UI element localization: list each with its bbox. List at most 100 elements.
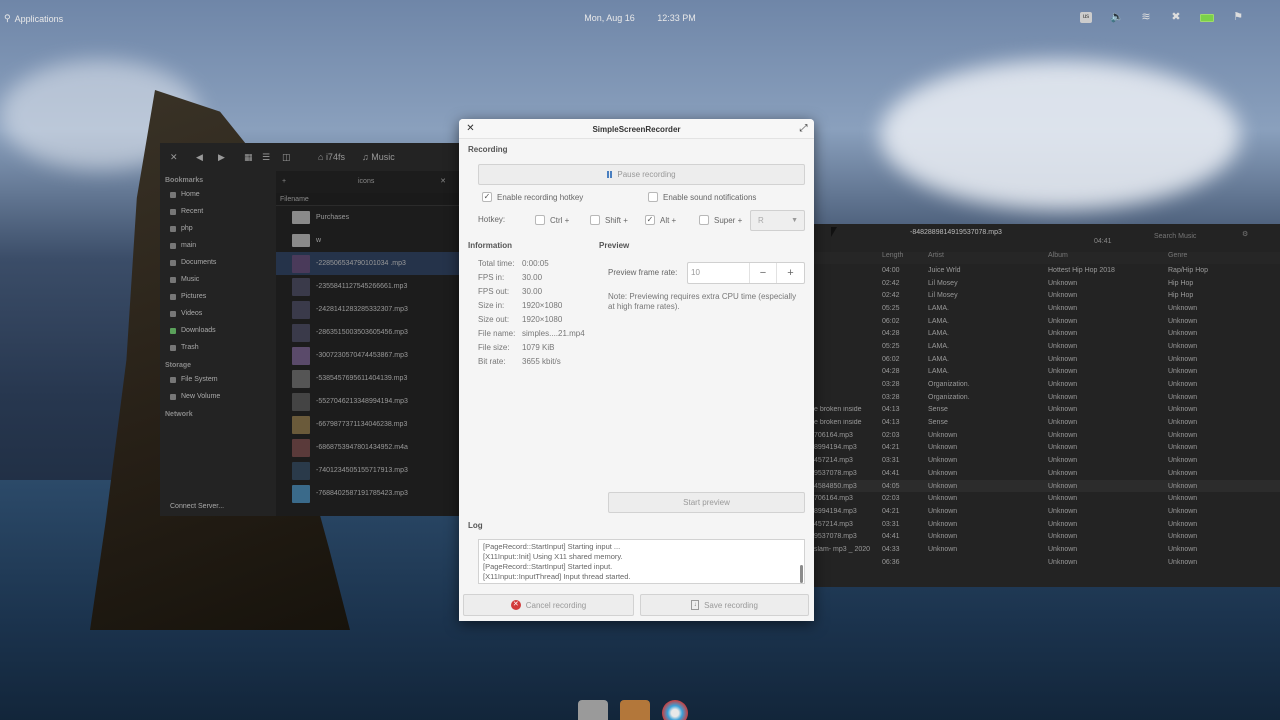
breadcrumb-home[interactable]: ⌂ i74fs — [318, 152, 345, 162]
sidebar-item-pictures[interactable]: Pictures — [160, 288, 276, 305]
shift-modifier-checkbox[interactable]: Shift + — [590, 215, 628, 225]
wifi-icon[interactable]: ≋ — [1140, 11, 1152, 23]
column-header-genre[interactable]: Genre — [1168, 252, 1268, 264]
table-row[interactable]: 05:25 LAMA. Unknown Unknown — [814, 340, 1280, 353]
tab-icons[interactable]: icons — [358, 171, 374, 193]
column-header-title[interactable] — [814, 252, 882, 264]
list-item[interactable]: -6679877371134046238.mp3 — [276, 413, 460, 436]
table-row[interactable]: 03:28 Organization. Unknown Unknown — [814, 391, 1280, 404]
preview-note: Note: Previewing requires extra CPU time… — [608, 292, 797, 311]
list-item[interactable]: -7401234505155717913.mp3 — [276, 459, 460, 482]
sidebar-item-recent[interactable]: Recent — [160, 203, 276, 220]
sidebar-item-file-system[interactable]: File System — [160, 371, 276, 388]
new-tab-icon[interactable]: + — [282, 171, 286, 193]
list-item[interactable]: -228506534790101034 .mp3 — [276, 252, 460, 275]
list-item[interactable]: -6868753947801434952.m4a — [276, 436, 460, 459]
table-row[interactable]: 04:28 LAMA. Unknown Unknown — [814, 366, 1280, 379]
table-row[interactable]: 06:02 LAMA. Unknown Unknown — [814, 353, 1280, 366]
sidebar-item-home[interactable]: Home — [160, 186, 276, 203]
bluetooth-icon[interactable]: ✖ — [1170, 11, 1182, 23]
cancel-recording-button[interactable]: ✕ Cancel recording — [463, 594, 634, 616]
volume-icon[interactable]: 🔈 — [1110, 11, 1124, 23]
back-icon[interactable]: ◀ — [196, 152, 203, 163]
preview-frame-rate-input[interactable]: 10 — [688, 263, 750, 283]
table-row[interactable]: 04:28 LAMA. Unknown Unknown — [814, 327, 1280, 340]
list-item[interactable]: -7688402587191785423.mp3 — [276, 482, 460, 505]
list-item[interactable]: w — [276, 229, 460, 252]
table-row[interactable]: 706164.mp3 02:03 Unknown Unknown Unknown — [814, 492, 1280, 505]
list-item[interactable]: -5527046213348994194.mp3 — [276, 390, 460, 413]
decrement-button[interactable]: − — [750, 263, 777, 283]
table-row[interactable]: 05:25 LAMA. Unknown Unknown — [814, 302, 1280, 315]
list-item[interactable]: Purchases — [276, 206, 460, 229]
list-view-icon[interactable]: ☰ — [262, 152, 270, 163]
sidebar-item-php[interactable]: php — [160, 220, 276, 237]
sidebar-item-music[interactable]: Music — [160, 271, 276, 288]
sidebar-item-videos[interactable]: Videos — [160, 305, 276, 322]
sidebar-item-main[interactable]: main — [160, 237, 276, 254]
table-row[interactable]: 02:42 Lil Mosey Unknown Hip Hop — [814, 277, 1280, 290]
enable-hotkey-checkbox[interactable]: ✓ Enable recording hotkey — [482, 192, 583, 202]
files-dock-icon[interactable] — [578, 700, 608, 720]
table-row[interactable]: 457214.mp3 03:31 Unknown Unknown Unknown — [814, 454, 1280, 467]
increment-button[interactable]: + — [777, 263, 804, 283]
table-row[interactable]: 457214.mp3 03:31 Unknown Unknown Unknown — [814, 518, 1280, 531]
table-row[interactable]: 8994194.mp3 04:21 Unknown Unknown Unknown — [814, 442, 1280, 455]
column-header-album[interactable]: Album — [1048, 252, 1168, 264]
column-view-icon[interactable]: ◫ — [282, 152, 291, 163]
table-row[interactable]: 706164.mp3 02:03 Unknown Unknown Unknown — [814, 429, 1280, 442]
ctrl-modifier-checkbox[interactable]: Ctrl + — [535, 215, 569, 225]
table-row[interactable]: 06:02 LAMA. Unknown Unknown — [814, 315, 1280, 328]
table-row[interactable]: 06:36 Unknown Unknown — [814, 556, 1280, 569]
connect-server-button[interactable]: Connect Server... — [170, 503, 224, 510]
keyboard-layout-icon[interactable]: us — [1080, 11, 1092, 23]
table-row[interactable]: 8994194.mp3 04:21 Unknown Unknown Unknown — [814, 505, 1280, 518]
alt-modifier-checkbox[interactable]: ✓ Alt + — [645, 215, 676, 225]
table-row[interactable]: 02:42 Lil Mosey Unknown Hip Hop — [814, 289, 1280, 302]
sidebar-item-trash[interactable]: Trash — [160, 339, 276, 356]
music-search-input[interactable]: Search Music — [1140, 230, 1236, 244]
browser-dock-icon[interactable] — [662, 700, 688, 720]
table-row[interactable]: 9537078.mp3 04:41 Unknown Unknown Unknown — [814, 467, 1280, 480]
enable-sound-checkbox[interactable]: Enable sound notifications — [648, 192, 756, 202]
preview-frame-rate-stepper[interactable]: 10 − + — [687, 262, 805, 284]
column-header-artist[interactable]: Artist — [928, 252, 1048, 264]
save-recording-button[interactable]: ↓ Save recording — [640, 594, 809, 616]
table-row[interactable]: 04:00 Juice Wrld Hottest Hip Hop 2018 Rap/H… — [814, 264, 1280, 277]
pause-recording-button[interactable]: Pause recording — [478, 164, 805, 185]
table-row[interactable]: slam- mp3 _ 2020 04:33 Unknown Unknown Unkno… — [814, 543, 1280, 556]
sidebar-item-documents[interactable]: Documents — [160, 254, 276, 271]
sidebar-item-new-volume[interactable]: New Volume — [160, 388, 276, 405]
music-dock-icon[interactable] — [620, 700, 650, 720]
breadcrumb-music[interactable]: ♫ Music — [362, 152, 395, 162]
log-scrollbar[interactable] — [800, 565, 803, 583]
hotkey-key-select[interactable]: R ▼ — [750, 210, 805, 231]
settings-gear-icon[interactable]: ⚙ — [1242, 230, 1248, 238]
grid-view-icon[interactable]: ▦ — [244, 152, 253, 163]
column-header-length[interactable]: Length — [882, 252, 928, 264]
super-modifier-checkbox[interactable]: Super + — [699, 215, 742, 225]
list-item[interactable]: -3007230570474453867.mp3 — [276, 344, 460, 367]
track-genre-cell: Unknown — [1168, 545, 1198, 553]
close-icon[interactable]: ✕ — [170, 152, 178, 163]
column-header-filename[interactable]: Filename — [276, 193, 460, 206]
list-item[interactable]: -2863515003503605456.mp3 — [276, 321, 460, 344]
close-tab-icon[interactable]: ✕ — [440, 171, 446, 193]
maximize-icon[interactable]: ⤢ — [798, 123, 809, 134]
battery-icon[interactable] — [1200, 14, 1214, 22]
notifications-icon[interactable]: ⚑ — [1232, 11, 1244, 23]
sidebar-item-downloads[interactable]: Downloads — [160, 322, 276, 339]
list-item[interactable]: -5385457695611404139.mp3 — [276, 367, 460, 390]
table-row[interactable]: 9537078.mp3 04:41 Unknown Unknown Unknown — [814, 530, 1280, 543]
checkbox-unchecked — [699, 215, 709, 225]
start-preview-button[interactable]: Start preview — [608, 492, 805, 513]
list-item[interactable]: -2428141283285332307.mp3 — [276, 298, 460, 321]
table-row[interactable]: 03:28 Organization. Unknown Unknown — [814, 378, 1280, 391]
table-row[interactable]: e broken inside 04:13 Sense Unknown Unknown — [814, 416, 1280, 429]
list-item[interactable]: -2355841127545266661.mp3 — [276, 275, 460, 298]
table-row[interactable]: e broken inside 04:13 Sense Unknown Unknown — [814, 404, 1280, 417]
table-row[interactable]: 4584850.mp3 04:05 Unknown Unknown Unknown — [814, 479, 1280, 493]
forward-icon[interactable]: ▶ — [218, 152, 225, 163]
log-textarea[interactable]: [PageRecord::StartInput] Starting input … — [478, 539, 805, 584]
track-artist-cell: Unknown — [928, 457, 958, 465]
